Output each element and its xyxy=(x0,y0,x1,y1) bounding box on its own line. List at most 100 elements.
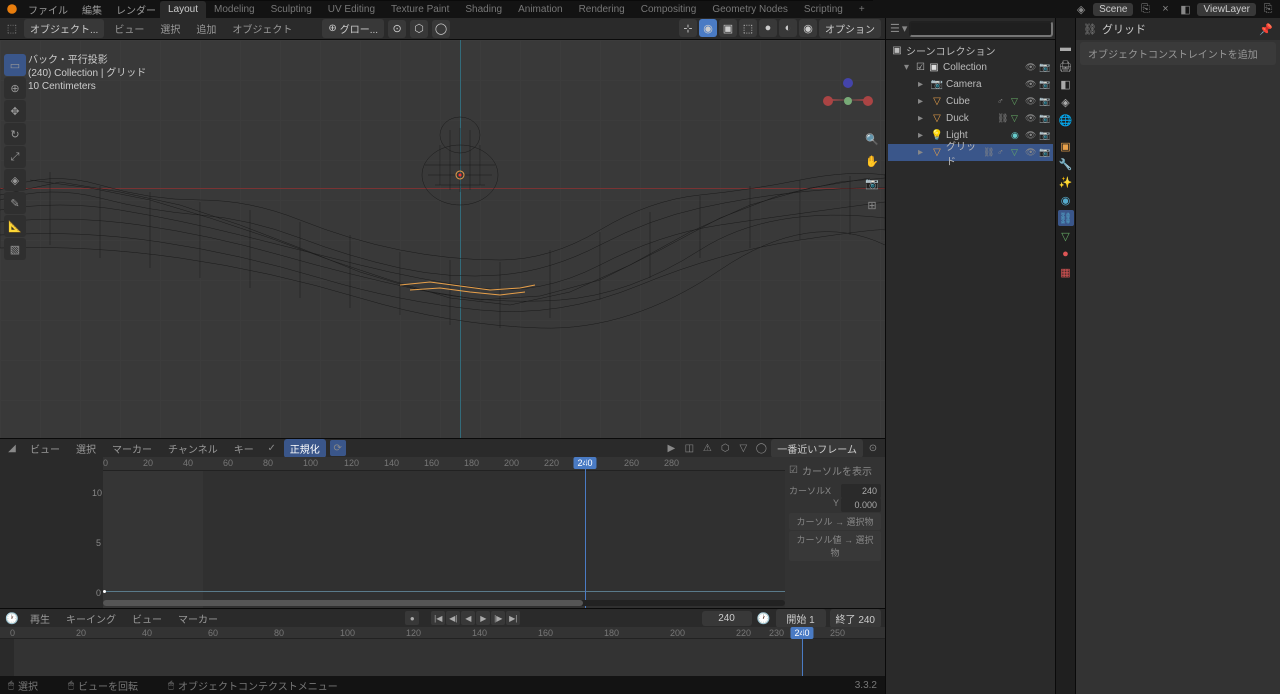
scene-name-field[interactable]: Scene xyxy=(1093,3,1133,16)
cursor-y-field[interactable]: 0.000 xyxy=(841,498,881,512)
add-constraint-button[interactable]: オブジェクトコンストレイントを追加 xyxy=(1080,42,1276,65)
ge-ghost-icon[interactable]: ◫ xyxy=(681,440,697,456)
overlay-toggle-icon[interactable]: ◉ xyxy=(699,19,717,37)
tl-menu-keying[interactable]: キーイング xyxy=(60,609,122,628)
viewport-3d[interactable]: バック・平行投影 (240) Collection | グリッド 10 Cent… xyxy=(0,40,885,438)
tl-menu-playback[interactable]: 再生 xyxy=(24,609,56,628)
render-icon[interactable]: 📷 xyxy=(1039,79,1051,91)
prop-tab-physics[interactable]: ◉ xyxy=(1058,192,1074,208)
tool-rotate[interactable]: ↻ xyxy=(4,123,26,145)
jump-start-button[interactable]: |◀ xyxy=(431,611,445,625)
timeline-playhead[interactable] xyxy=(802,627,803,676)
outliner-type-icon[interactable]: ☰ xyxy=(890,21,900,37)
eye-icon[interactable]: 👁 xyxy=(1025,130,1037,142)
prop-tab-world[interactable]: 🌐 xyxy=(1058,112,1074,128)
ws-tab-shading[interactable]: Shading xyxy=(457,1,510,18)
menu-edit[interactable]: 編集 xyxy=(76,0,108,19)
ws-tab-animation[interactable]: Animation xyxy=(510,1,570,18)
proportional-icon[interactable]: ◯ xyxy=(432,20,450,38)
shading-rendered-icon[interactable]: ◉ xyxy=(799,19,817,37)
outliner-tree[interactable]: ▣ シーンコレクション ▾ ☑▣ Collection 👁📷 ▸ 📷 Camer… xyxy=(886,40,1055,694)
eye-icon[interactable]: 👁 xyxy=(1025,79,1037,91)
outliner-search[interactable] xyxy=(909,21,1053,37)
vp-menu-select[interactable]: 選択 xyxy=(154,19,186,38)
graph-canvas[interactable]: 0 20 40 60 80 100 120 140 160 180 200 22… xyxy=(103,457,785,608)
timeline-canvas[interactable]: 0 20 40 60 80 100 120 140 160 180 200 22… xyxy=(0,627,885,676)
tree-item-camera[interactable]: ▸ 📷 Camera 👁📷 xyxy=(888,76,1053,93)
tree-collection[interactable]: ▾ ☑▣ Collection 👁📷 xyxy=(888,59,1053,76)
render-icon[interactable]: 📷 xyxy=(1039,130,1051,142)
ge-cursor-icon[interactable]: ▶ xyxy=(663,440,679,456)
prop-tab-texture[interactable]: ▦ xyxy=(1058,264,1074,280)
vp-menu-add[interactable]: 追加 xyxy=(190,19,222,38)
ge-scrollbar[interactable] xyxy=(103,600,785,606)
prop-tab-object[interactable]: ▣ xyxy=(1058,138,1074,154)
cursor-show-checkbox[interactable]: ☑ xyxy=(789,465,798,476)
cursor-to-sel-button[interactable]: カーソル → 選択物 xyxy=(789,513,881,530)
ws-tab-modeling[interactable]: Modeling xyxy=(206,1,263,18)
eye-icon[interactable]: 👁 xyxy=(1025,113,1037,125)
prop-tab-material[interactable]: ● xyxy=(1058,246,1074,262)
render-icon[interactable]: 📷 xyxy=(1039,147,1051,159)
ws-tab-uv[interactable]: UV Editing xyxy=(320,1,383,18)
ge-menu-marker[interactable]: マーカー xyxy=(106,439,158,458)
tool-annotate[interactable]: ✎ xyxy=(4,192,26,214)
ge-menu-channel[interactable]: チャンネル xyxy=(162,439,224,458)
ge-snap-icon[interactable]: ⬡ xyxy=(717,440,733,456)
tool-cursor[interactable]: ⊕ xyxy=(4,77,26,99)
vp-menu-object[interactable]: オブジェクト xyxy=(226,19,298,38)
preview-range-icon[interactable]: 🕐 xyxy=(756,610,772,626)
new-viewlayer-icon[interactable]: ⎘ xyxy=(1260,1,1276,17)
tree-scene-collection[interactable]: ▣ シーンコレクション xyxy=(888,42,1053,59)
ge-auto-icon[interactable]: ⟳ xyxy=(330,440,346,456)
ge-filter-icon[interactable]: ▽ xyxy=(735,440,751,456)
tree-item-duck[interactable]: ▸ ▽ Duck ⛓▽👁📷 xyxy=(888,110,1053,127)
prev-key-button[interactable]: ◀| xyxy=(446,611,460,625)
ge-warn-icon[interactable]: ⚠ xyxy=(699,440,715,456)
tl-editor-type-icon[interactable]: 🕐 xyxy=(4,610,20,626)
shading-wireframe-icon[interactable]: ⬚ xyxy=(739,19,757,37)
outliner-display-icon[interactable]: ▾ xyxy=(902,21,908,37)
next-key-button[interactable]: |▶ xyxy=(491,611,505,625)
snap-icon[interactable]: ⬡ xyxy=(410,20,428,38)
ws-tab-layout[interactable]: Layout xyxy=(160,1,206,18)
cursor-x-field[interactable]: 240 xyxy=(841,484,881,498)
scene-icon[interactable]: ◈ xyxy=(1073,1,1089,17)
orientation-dropdown[interactable]: ⊕ グロー... xyxy=(322,19,384,38)
ws-tab-texture[interactable]: Texture Paint xyxy=(383,1,457,18)
cursor-val-to-sel-button[interactable]: カーソル値 → 選択物 xyxy=(789,531,881,561)
eye-icon[interactable]: 👁 xyxy=(1025,96,1037,108)
xray-icon[interactable]: ▣ xyxy=(719,19,737,37)
pin-icon[interactable]: 📌 xyxy=(1258,21,1274,37)
tool-move[interactable]: ✥ xyxy=(4,100,26,122)
ge-menu-select[interactable]: 選択 xyxy=(70,439,102,458)
delete-scene-icon[interactable]: × xyxy=(1157,1,1173,17)
render-icon[interactable]: 📷 xyxy=(1039,96,1051,108)
zoom-icon[interactable]: 🔍 xyxy=(863,130,881,148)
pivot-icon[interactable]: ⊙ xyxy=(388,20,406,38)
autokey-button[interactable]: ● xyxy=(405,611,419,625)
shading-solid-icon[interactable]: ● xyxy=(759,19,777,37)
blender-logo-icon[interactable] xyxy=(4,1,20,17)
editor-type-icon[interactable]: ⬚ xyxy=(4,21,20,37)
ws-tab-compositing[interactable]: Compositing xyxy=(633,1,705,18)
normalize-button[interactable]: 正規化 xyxy=(284,439,326,458)
camera-icon[interactable]: 📷 xyxy=(863,174,881,192)
ge-editor-type-icon[interactable]: ◢ xyxy=(4,440,20,456)
pan-icon[interactable]: ✋ xyxy=(863,152,881,170)
ge-menu-key[interactable]: キー xyxy=(228,439,260,458)
ge-prop-icon[interactable]: ◯ xyxy=(753,440,769,456)
tree-item-grid[interactable]: ▸ ▽ グリッド ⛓♂▽👁📷 xyxy=(888,144,1053,161)
prop-tab-particles[interactable]: ✨ xyxy=(1058,174,1074,190)
menu-render[interactable]: レンダー xyxy=(110,0,162,19)
pin-icon[interactable]: ⎘ xyxy=(1137,1,1153,17)
ws-tab-sculpting[interactable]: Sculpting xyxy=(263,1,320,18)
graph-playhead[interactable] xyxy=(585,457,586,608)
options-dropdown[interactable]: オプション xyxy=(819,19,881,38)
tool-select-box[interactable]: ▭ xyxy=(4,54,26,76)
nearest-frame-dropdown[interactable]: 一番近いフレーム xyxy=(771,439,863,458)
eye-icon[interactable]: 👁 xyxy=(1025,62,1037,74)
eye-icon[interactable]: 👁 xyxy=(1025,147,1037,159)
viewlayer-field[interactable]: ViewLayer xyxy=(1197,3,1256,16)
prop-tab-render[interactable]: ▬ xyxy=(1058,40,1074,56)
